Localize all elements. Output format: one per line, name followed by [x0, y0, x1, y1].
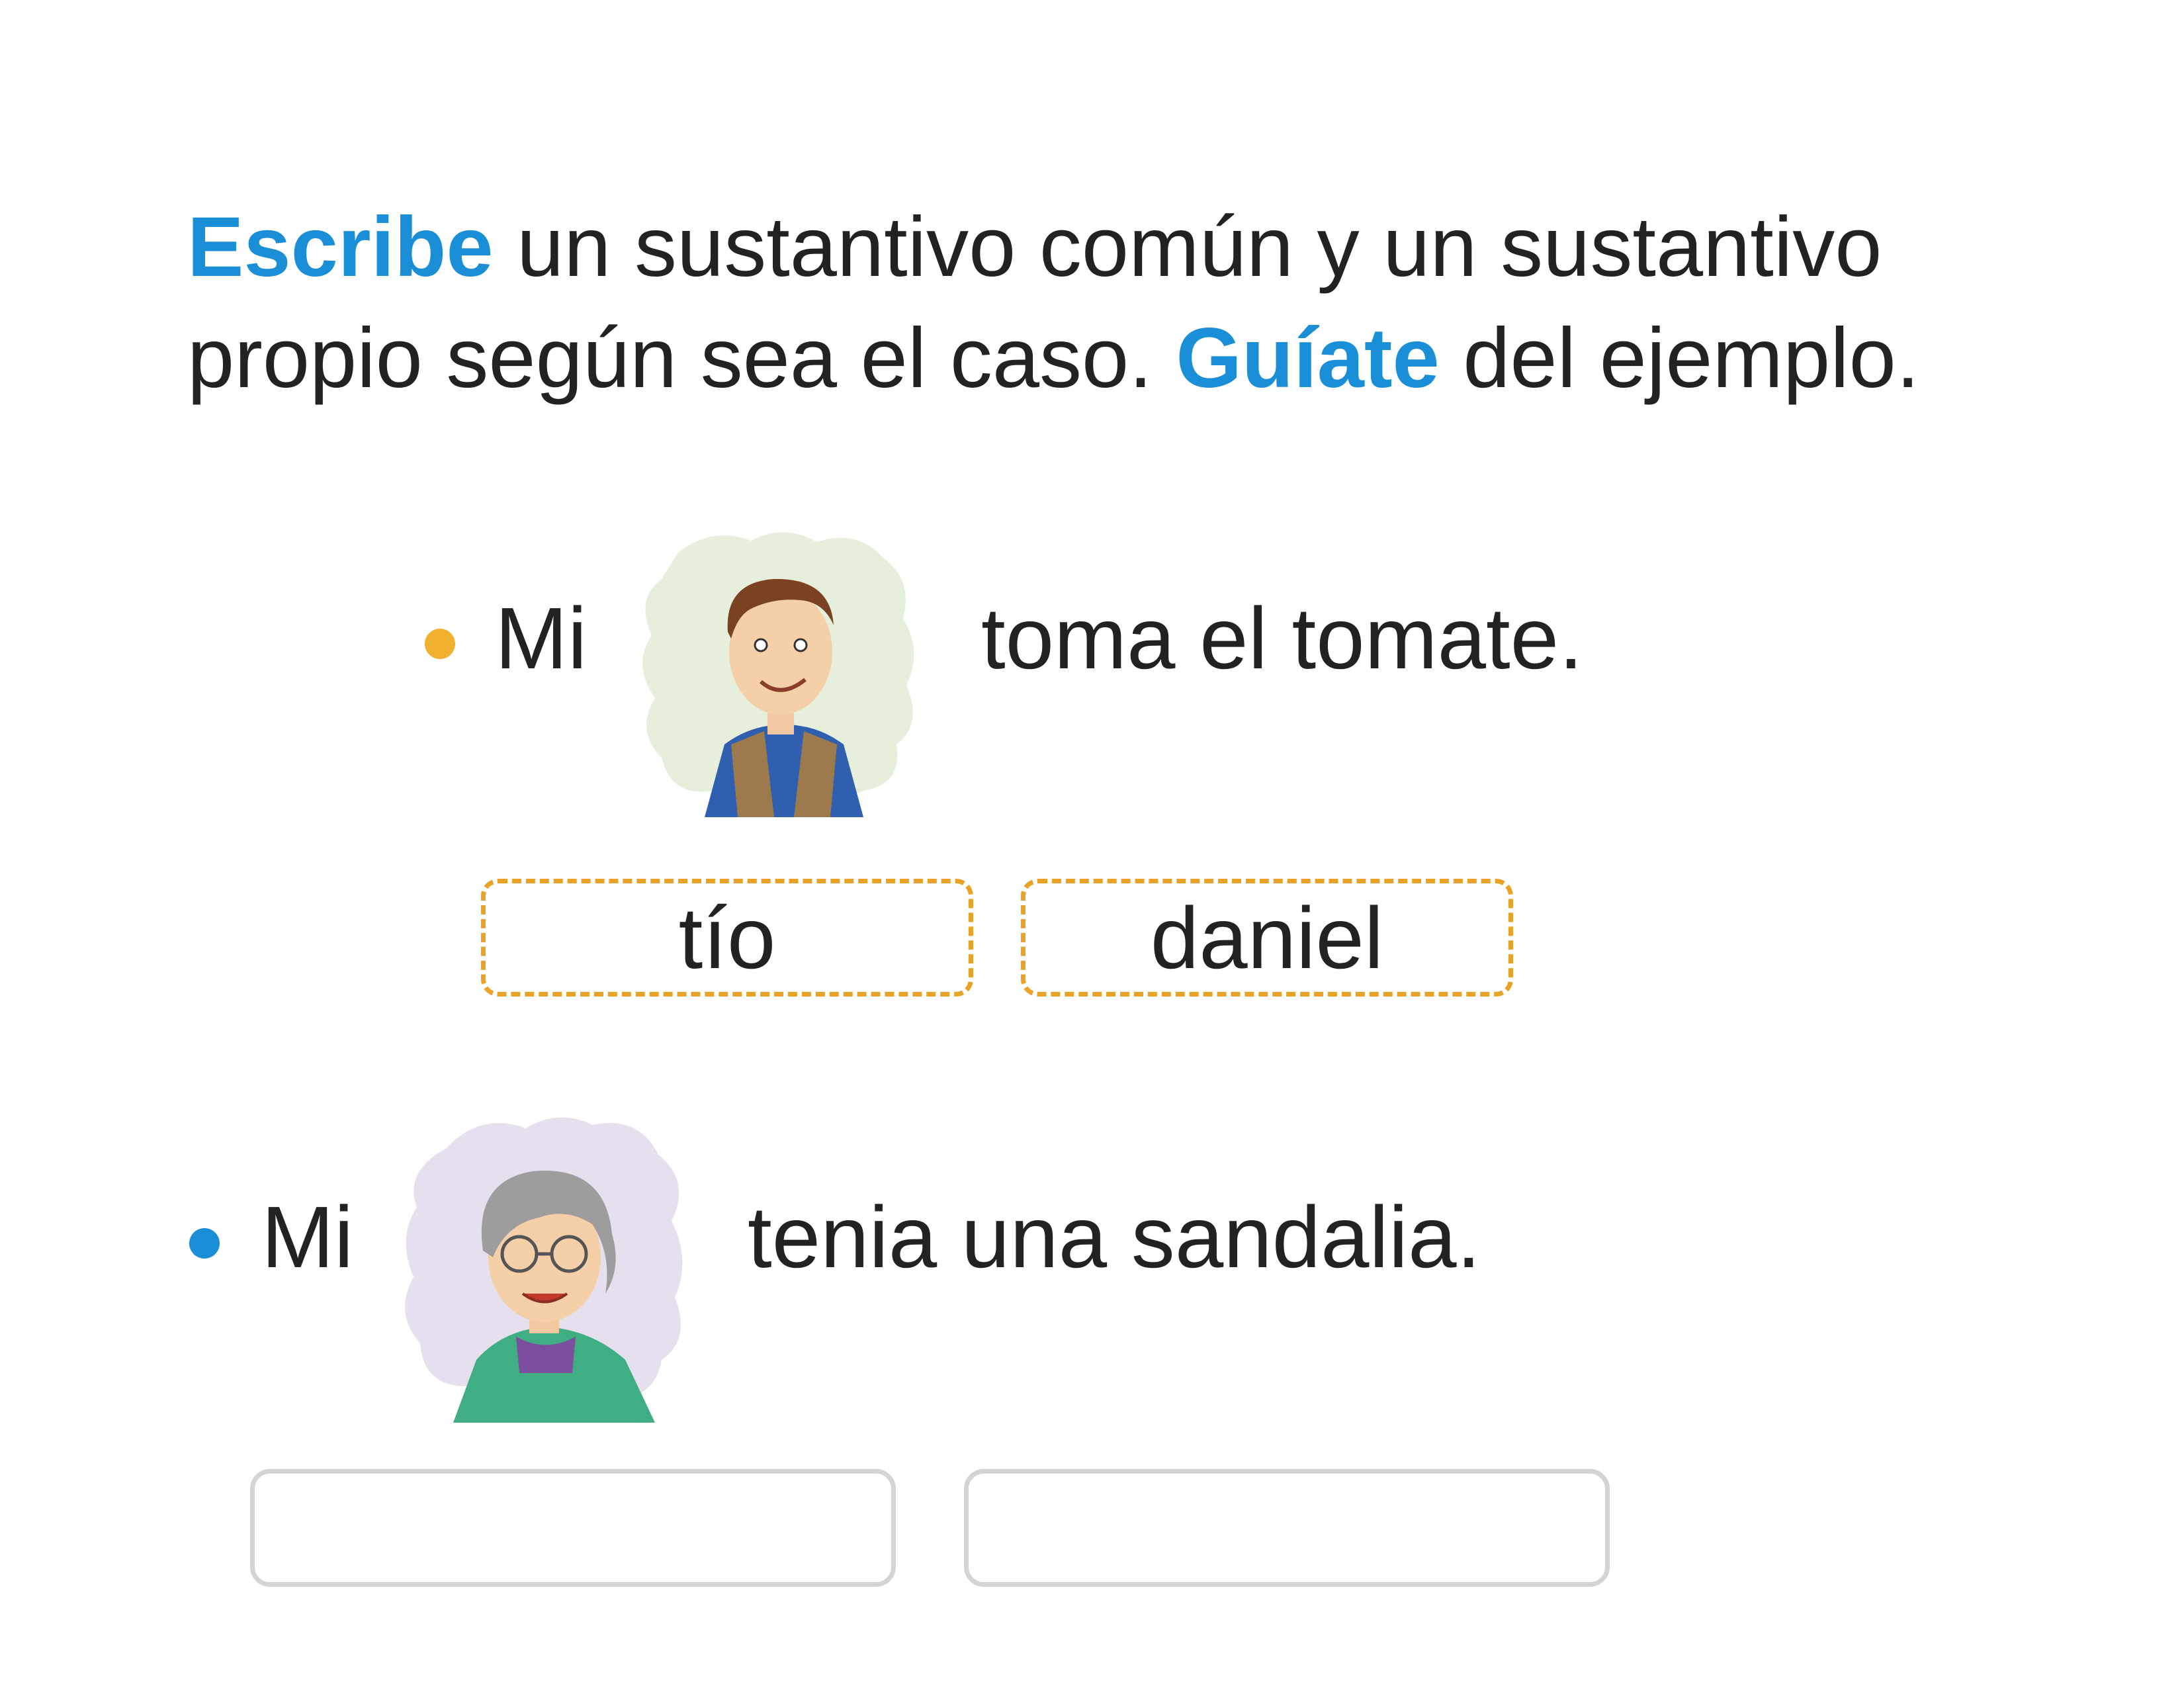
exercise-suffix: tenia una sandalia.	[748, 1188, 1481, 1286]
proper-noun-input[interactable]	[964, 1469, 1610, 1587]
instruction-verb-guiate: Guíate	[1176, 311, 1440, 406]
grandmother-illustration-icon	[405, 1117, 683, 1423]
instructions: Escribe un sustantivo común y un sustant…	[187, 192, 2040, 414]
exercise-prefix: Mi	[261, 1188, 354, 1286]
example-prefix: Mi	[495, 590, 588, 687]
example-common-noun: tío	[678, 889, 776, 987]
example-common-noun-box: tío	[481, 879, 973, 997]
common-noun-input[interactable]	[250, 1469, 896, 1587]
example-proper-noun: daniel	[1150, 889, 1384, 987]
instruction-text-2: del ejemplo.	[1439, 311, 1920, 406]
example-bullet	[425, 629, 455, 659]
man-illustration-icon	[642, 532, 914, 817]
exercise-bullet	[189, 1228, 220, 1259]
example-proper-noun-box: daniel	[1021, 879, 1513, 997]
example-suffix: toma el tomate.	[981, 590, 1583, 687]
instruction-verb-escribe: Escribe	[187, 200, 494, 294]
